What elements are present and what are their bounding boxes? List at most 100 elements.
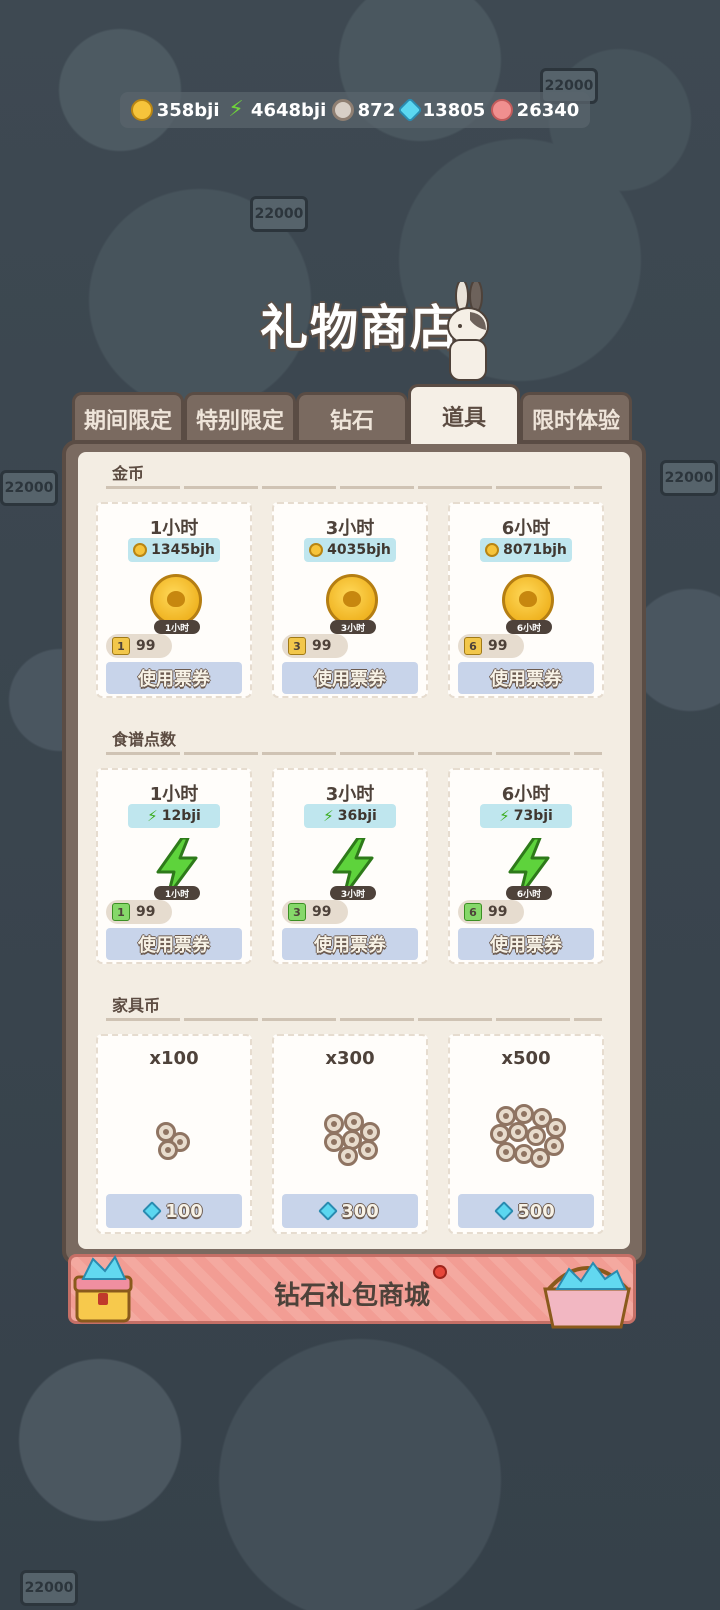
card-amount: ⚡ 73bji — [480, 804, 572, 828]
resource-value: 872 — [357, 99, 396, 121]
buy-gem-button[interactable]: 300 — [282, 1194, 418, 1228]
tab-period-limited[interactable]: 期间限定 — [72, 392, 184, 442]
resource-value: 358bji — [156, 99, 220, 121]
paw-coin-icon — [502, 574, 554, 626]
gold-card-6h[interactable]: 6小时 8071bjh 6小时 6 99 使用票券 — [448, 502, 604, 698]
page-title: 礼物商店 — [259, 300, 460, 356]
card-duration: 1小时 — [149, 784, 199, 805]
card-duration: 3小时 — [325, 518, 375, 539]
shell-icon — [490, 99, 513, 121]
card-amount: 8071bjh — [480, 538, 572, 562]
time-tag: 1小时 — [154, 620, 200, 634]
diamond-pack-store-banner[interactable]: 钻石礼包商城 — [68, 1254, 636, 1329]
use-ticket-button[interactable]: 使用票券 — [106, 662, 242, 694]
use-ticket-button[interactable]: 使用票券 — [282, 662, 418, 694]
card-amount: ⚡ 36bji — [304, 804, 396, 828]
card-quantity: x100 — [149, 1048, 199, 1069]
ticket-icon: 6 — [464, 637, 482, 655]
bg-sign: 22000 — [20, 1570, 78, 1606]
use-ticket-button[interactable]: 使用票券 — [458, 662, 594, 694]
ticket-icon: 6 — [464, 903, 482, 921]
rabbit-mascot-icon — [447, 282, 489, 381]
coin-icon — [309, 543, 324, 557]
gem-icon — [396, 97, 423, 123]
card-amount: ⚡ 12bji — [128, 804, 220, 828]
resource-value: 4648bji — [250, 99, 327, 121]
resource-bar: 358bji ⚡ 4648bji 872 13805 26340 — [120, 92, 590, 128]
use-ticket-button[interactable]: 使用票券 — [458, 928, 594, 960]
gold-card-3h[interactable]: 3小时 4035bjh 3小时 3 99 使用票券 — [272, 502, 428, 698]
buy-gem-button[interactable]: 500 — [458, 1194, 594, 1228]
gem-basket-icon — [543, 1261, 631, 1329]
ticket-count: 6 99 — [458, 634, 524, 658]
section-title-recipe: 食谱点数 — [112, 730, 177, 749]
gem-icon — [142, 1201, 163, 1221]
card-quantity: x300 — [325, 1048, 375, 1069]
coin-icon — [133, 543, 148, 557]
furniture-card-100[interactable]: x100 100 — [96, 1034, 252, 1234]
shop-panel: 金币 1小时 1345bjh 1小时 1 99 使用票券 3小时 4035bjh … — [62, 440, 646, 1265]
bg-sign: 22000 — [250, 196, 308, 232]
section-title-furniture: 家具币 — [112, 996, 161, 1015]
paw-coin-icon — [150, 574, 202, 626]
ticket-count: 3 99 — [282, 634, 348, 658]
tab-special-limited[interactable]: 特别限定 — [184, 392, 296, 442]
notification-dot-icon — [433, 1265, 447, 1279]
furniture-coin-icon — [274, 1100, 426, 1180]
coin-icon — [130, 99, 153, 121]
ticket-count: 1 99 — [106, 634, 172, 658]
bg-sign: 22000 — [660, 460, 718, 496]
ticket-icon: 1 — [112, 637, 130, 655]
recipe-card-6h[interactable]: 6小时 ⚡ 73bji 6小时 6 99 使用票券 — [448, 768, 604, 964]
coin-icon — [485, 543, 500, 557]
tab-diamond[interactable]: 钻石 — [296, 392, 408, 442]
buy-gem-button[interactable]: 100 — [106, 1194, 242, 1228]
card-duration: 6小时 — [501, 518, 551, 539]
section-divider — [106, 1018, 602, 1021]
resource-recipe[interactable]: ⚡ 4648bji — [225, 99, 326, 121]
resource-coin[interactable]: 358bji — [130, 99, 220, 121]
card-quantity: x500 — [501, 1048, 551, 1069]
shop-panel-content[interactable]: 金币 1小时 1345bjh 1小时 1 99 使用票券 3小时 4035bjh … — [78, 452, 630, 1249]
card-amount: 1345bjh — [128, 538, 220, 562]
resource-shell[interactable]: 26340 — [490, 99, 579, 121]
paw-coin-icon — [326, 574, 378, 626]
tab-bar: 期间限定 特别限定 钻石 道具 限时体验 — [72, 384, 647, 446]
card-duration: 6小时 — [501, 784, 551, 805]
use-ticket-button[interactable]: 使用票券 — [282, 928, 418, 960]
time-tag: 3小时 — [330, 620, 376, 634]
ticket-count: 3 99 — [282, 900, 348, 924]
bolt-icon: ⚡ — [499, 807, 510, 825]
resource-gem[interactable]: 13805 — [396, 97, 486, 123]
card-duration: 3小时 — [325, 784, 375, 805]
furniture-card-300[interactable]: x300 300 — [272, 1034, 428, 1234]
gold-card-1h[interactable]: 1小时 1345bjh 1小时 1 99 使用票券 — [96, 502, 252, 698]
gem-icon — [494, 1201, 515, 1221]
recipe-card-3h[interactable]: 3小时 ⚡ 36bji 3小时 3 99 使用票券 — [272, 768, 428, 964]
furniture-card-500[interactable]: x500 500 — [448, 1034, 604, 1234]
resource-value: 13805 — [422, 99, 486, 121]
time-tag: 3小时 — [330, 886, 376, 900]
time-tag: 6小时 — [506, 620, 552, 634]
time-tag: 6小时 — [506, 886, 552, 900]
ticket-icon: 1 — [112, 903, 130, 921]
section-divider — [106, 752, 602, 755]
bolt-icon: ⚡ — [147, 807, 158, 825]
ticket-icon: 3 — [288, 637, 306, 655]
section-divider — [106, 486, 602, 489]
resource-furniture[interactable]: 872 — [331, 99, 396, 121]
recipe-card-1h[interactable]: 1小时 ⚡ 12bji 1小时 1 99 使用票券 — [96, 768, 252, 964]
bolt-icon: ⚡ — [228, 97, 244, 122]
ticket-count: 6 99 — [458, 900, 524, 924]
nut-icon — [331, 99, 354, 121]
gem-icon — [318, 1201, 339, 1221]
use-ticket-button[interactable]: 使用票券 — [106, 928, 242, 960]
ticket-icon: 3 — [288, 903, 306, 921]
furniture-coin-icon — [450, 1100, 602, 1180]
tab-items[interactable]: 道具 — [408, 384, 520, 444]
card-duration: 1小时 — [149, 518, 199, 539]
furniture-coin-icon — [98, 1100, 250, 1180]
ticket-count: 1 99 — [106, 900, 172, 924]
tab-limited-trial[interactable]: 限时体验 — [520, 392, 632, 442]
bolt-icon: ⚡ — [323, 807, 334, 825]
